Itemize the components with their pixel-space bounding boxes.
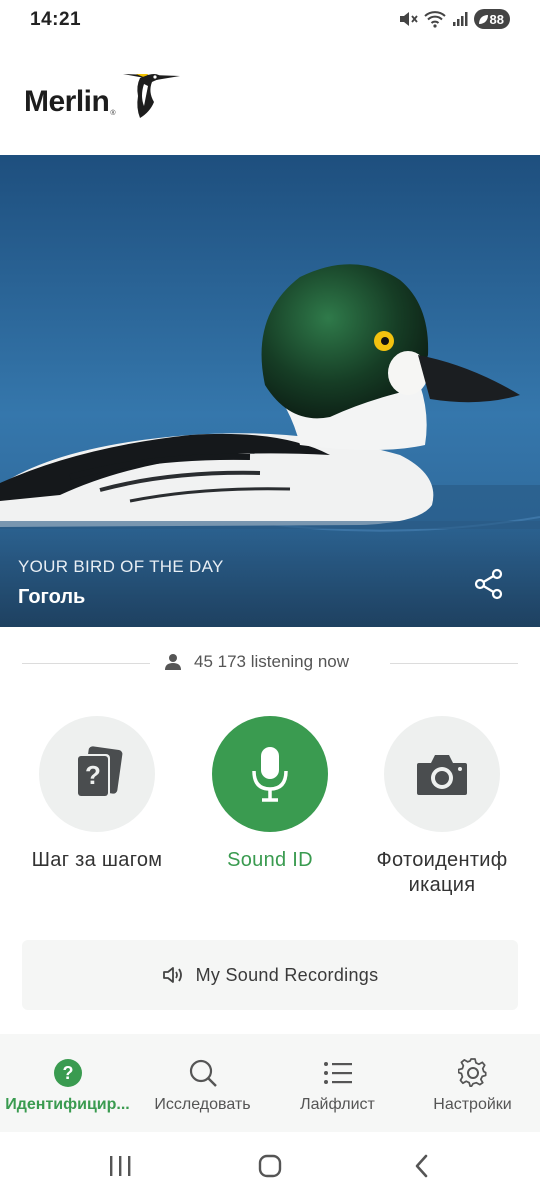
hero-gradient: [0, 527, 540, 627]
sound-id-label: Sound ID: [227, 849, 313, 871]
sound-id-circle: [212, 716, 328, 832]
woodpecker-logo-icon: [122, 74, 180, 118]
question-cards-icon: ?: [76, 746, 123, 798]
divider-right: [390, 663, 518, 664]
nav-identify[interactable]: ? Идентифицир...: [0, 1056, 135, 1114]
list-icon: [323, 1062, 352, 1084]
nav-settings-label: Настройки: [433, 1096, 512, 1113]
question-circle-icon: ?: [53, 1059, 82, 1087]
sound-id-button[interactable]: Sound ID: [185, 716, 355, 873]
recent-apps-icon: [110, 1156, 131, 1176]
signal-icon: [452, 12, 468, 26]
step-by-step-circle: ?: [39, 716, 155, 832]
battery-level: 88: [489, 11, 504, 27]
bottom-navigation: ? Идентифицир... Исследовать Лайфлист На…: [0, 1034, 540, 1132]
person-icon: [165, 654, 181, 670]
home-icon: [258, 1154, 282, 1178]
nav-settings[interactable]: Настройки: [405, 1056, 540, 1114]
battery-indicator: 88: [473, 9, 510, 29]
microphone-icon: [252, 747, 288, 802]
search-icon: [189, 1059, 217, 1087]
logo-text: Merlin: [24, 85, 110, 118]
listening-now-row: 45 173 listening now: [22, 646, 518, 682]
photo-id-label: Фотоидентиф икация: [357, 848, 527, 898]
nav-identify-label: Идентифицир...: [5, 1096, 130, 1113]
bird-name: Гоголь: [18, 586, 86, 608]
listening-count: 45 173 listening now: [194, 652, 350, 671]
step-by-step-label: Шаг за шагом: [31, 849, 163, 871]
photo-id-button[interactable]: Фотоидентиф икация: [357, 716, 527, 898]
nav-lifelist-label: Лайфлист: [300, 1096, 375, 1113]
svg-text:?: ?: [62, 1063, 73, 1083]
wifi-icon: [423, 11, 446, 28]
share-button[interactable]: [470, 565, 508, 603]
merlin-logo: Merlin ®: [24, 72, 180, 118]
camera-icon: [417, 755, 467, 795]
bird-of-the-day-card[interactable]: YOUR BIRD OF THE DAY Гоголь: [0, 155, 540, 627]
status-icons: 88: [398, 9, 510, 29]
logo-reg: ®: [110, 110, 116, 117]
speaker-icon: [162, 967, 182, 983]
mute-icon: [399, 12, 418, 26]
leaf-icon: [478, 14, 488, 24]
back-button[interactable]: [402, 1152, 442, 1180]
divider-left: [22, 663, 150, 664]
share-icon: [474, 568, 503, 600]
step-by-step-button[interactable]: ? Шаг за шагом: [12, 716, 182, 873]
recordings-label: My Sound Recordings: [195, 964, 379, 985]
svg-text:?: ?: [85, 760, 101, 790]
status-time: 14:21: [30, 9, 82, 30]
recent-apps-button[interactable]: [100, 1152, 140, 1180]
bird-of-day-caption: YOUR BIRD OF THE DAY: [18, 557, 224, 576]
gear-icon: [457, 1058, 487, 1087]
nav-explore[interactable]: Исследовать: [135, 1056, 270, 1114]
photo-id-label-line2: икация: [408, 874, 476, 896]
my-sound-recordings-button[interactable]: My Sound Recordings: [22, 940, 518, 1010]
home-button[interactable]: [250, 1152, 290, 1180]
back-icon: [415, 1154, 428, 1178]
photo-id-label-line1: Фотоидентиф: [376, 849, 508, 871]
status-bar: 14:21 88: [0, 0, 540, 40]
system-navigation-bar: [0, 1132, 540, 1200]
nav-explore-label: Исследовать: [154, 1096, 251, 1113]
nav-lifelist[interactable]: Лайфлист: [270, 1056, 405, 1114]
photo-id-circle: [384, 716, 500, 832]
app-header: Merlin ®: [0, 40, 540, 155]
